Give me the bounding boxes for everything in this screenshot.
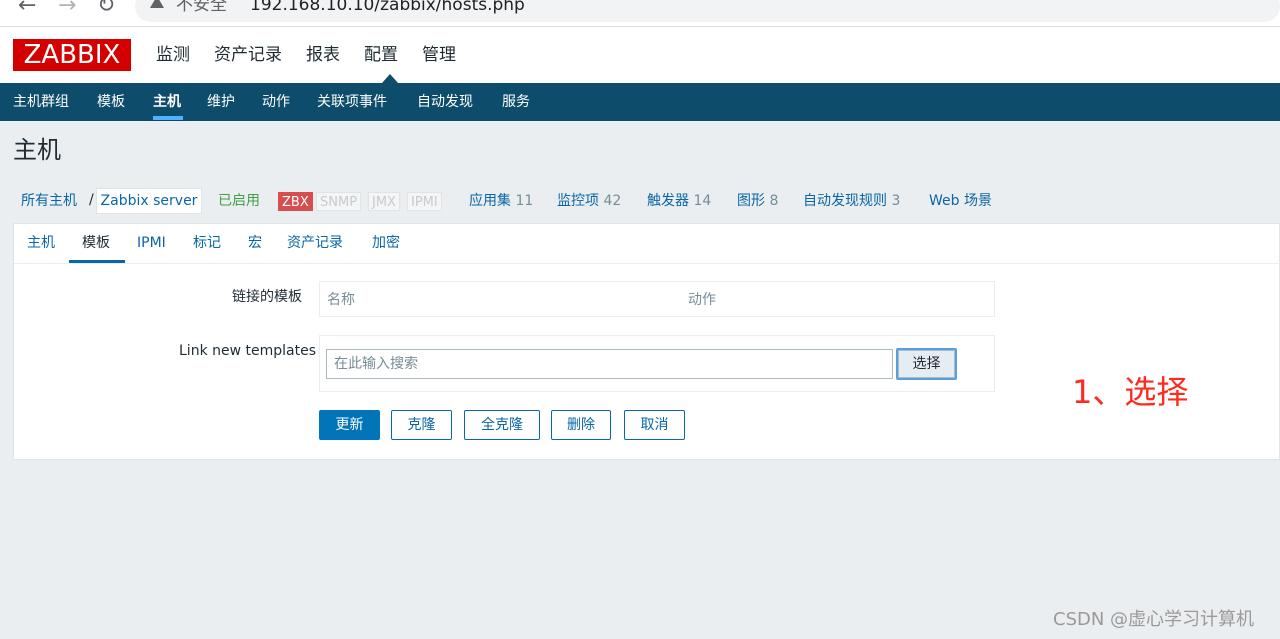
reload-icon[interactable]: ↻ [97,0,115,18]
update-button[interactable]: 更新 [319,410,380,440]
main-menu: 监测 资产记录 报表 配置 管理 [156,43,480,67]
watermark: CSDN @虚心学习计算机 [1053,609,1255,630]
menu-administration[interactable]: 管理 [422,43,456,67]
template-search-input[interactable]: 在此输入搜索 [326,349,893,379]
host-status-badge[interactable]: 已启用 [218,192,260,210]
tab-templates[interactable]: 模板 [82,234,110,252]
subnav-actions[interactable]: 动作 [262,93,290,111]
availability-snmp: SNMP [316,192,362,211]
link-web-scenarios[interactable]: Web 场景 [929,192,992,210]
link-applications[interactable]: 应用集 11 [469,192,533,210]
menu-reports[interactable]: 报表 [306,43,340,67]
availability-zbx: ZBX [278,192,313,211]
subnav-discovery[interactable]: 自动发现 [417,93,473,111]
tab-inventory[interactable]: 资产记录 [287,234,343,252]
tab-macros[interactable]: 宏 [248,234,262,252]
link-items[interactable]: 监控项 42 [557,192,621,210]
annotation-text: 1、选择 [1072,373,1189,411]
column-header-name: 名称 [327,292,355,308]
menu-inventory[interactable]: 资产记录 [214,43,282,67]
tab-encryption[interactable]: 加密 [372,234,400,252]
security-label: 不安全 [176,0,227,15]
link-new-templates-label: Link new templates [179,343,316,359]
url-text[interactable]: 192.168.10.10/zabbix/hosts.php [250,0,525,16]
link-triggers[interactable]: 触发器 14 [647,192,711,210]
subnav-host-groups[interactable]: 主机群组 [13,93,69,111]
host-form-panel: 主机 模板 IPMI 标记 宏 资产记录 加密 链接的模板 名称 动作 Link… [13,223,1280,460]
full-clone-button[interactable]: 全克隆 [464,410,540,440]
menu-monitoring[interactable]: 监测 [156,43,190,67]
zabbix-logo[interactable]: ZABBIX [13,39,131,71]
linked-templates-table: 名称 动作 [319,281,995,317]
page-title: 主机 [13,136,61,164]
form-tabs: 主机 模板 IPMI 标记 宏 资产记录 加密 [14,224,1280,264]
availability-ipmi: IPMI [407,192,442,211]
subnav-maintenance[interactable]: 维护 [207,93,235,111]
link-graphs[interactable]: 图形 8 [737,192,778,210]
linked-templates-label: 链接的模板 [232,289,302,305]
subnav-event-correlation[interactable]: 关联项事件 [317,93,387,111]
subnav-hosts[interactable]: 主机 [153,93,181,111]
tab-host[interactable]: 主机 [27,234,55,252]
select-template-button[interactable]: 选择 [896,348,957,380]
breadcrumb-all-hosts[interactable]: 所有主机 [21,192,77,210]
column-header-action: 动作 [688,292,716,308]
warning-icon [150,0,164,8]
menu-configuration[interactable]: 配置 [364,43,398,67]
active-tab-indicator [69,260,125,263]
forward-arrow-icon[interactable]: → [58,0,76,18]
availability-jmx: JMX [368,192,400,211]
delete-button[interactable]: 删除 [551,410,611,440]
sub-navigation: 主机群组 模板 主机 维护 动作 关联项事件 自动发现 服务 [0,83,1280,121]
subnav-active-indicator [153,116,183,120]
tab-tags[interactable]: 标记 [193,234,221,252]
active-menu-caret-icon [382,74,398,83]
breadcrumb-current-host[interactable]: Zabbix server [96,188,202,214]
breadcrumb-separator: / [89,192,94,208]
top-header: ZABBIX 监测 资产记录 报表 配置 管理 [0,27,1280,83]
link-discovery-rules[interactable]: 自动发现规则 3 [803,192,900,210]
clone-button[interactable]: 克隆 [391,410,452,440]
back-arrow-icon[interactable]: ← [18,0,36,18]
cancel-button[interactable]: 取消 [624,410,685,440]
subnav-services[interactable]: 服务 [502,93,530,111]
subnav-templates[interactable]: 模板 [97,93,125,111]
browser-toolbar: ← → ↻ 不安全 192.168.10.10/zabbix/hosts.php [0,0,1280,27]
tab-ipmi[interactable]: IPMI [137,234,166,252]
